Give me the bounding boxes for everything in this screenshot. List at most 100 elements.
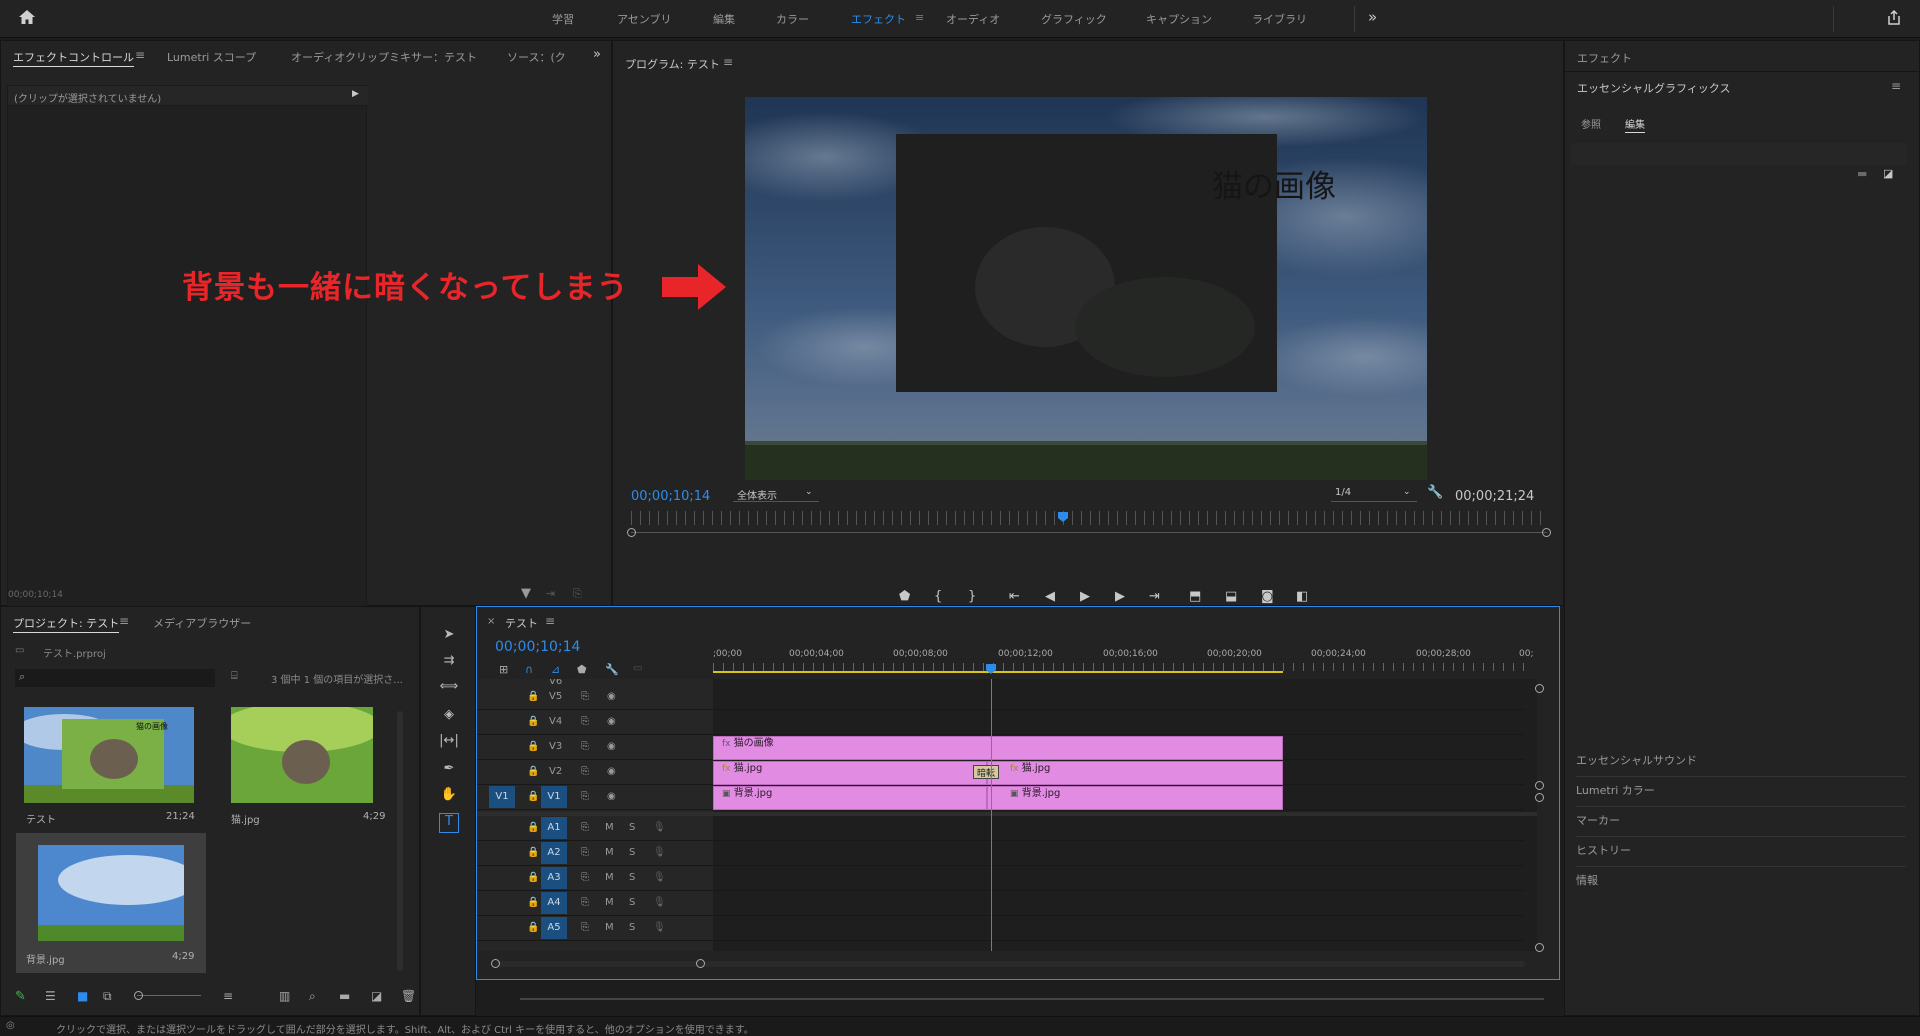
zoom-scrollbar[interactable] <box>631 532 1547 533</box>
timeline-timecode[interactable]: 00;00;10;14 <box>495 639 580 655</box>
tab-effect-controls[interactable]: エフェクトコントロール <box>13 49 134 67</box>
folder-icon[interactable]: ▬ <box>1857 167 1867 180</box>
monitor-time-ruler[interactable] <box>631 511 1547 525</box>
workspace-editing[interactable]: 編集 <box>713 11 735 27</box>
lock-icon[interactable]: 🔒 <box>527 716 539 727</box>
step-back-icon[interactable]: ◀ <box>1045 589 1055 604</box>
panel-markers[interactable]: マーカー <box>1576 812 1906 837</box>
freeform-view-icon[interactable]: ⧉ <box>103 989 112 1004</box>
source-patch-v1[interactable]: V1 <box>489 786 515 808</box>
zoom-slider-handle[interactable] <box>134 991 143 1000</box>
scroll-handle[interactable] <box>1535 793 1544 802</box>
new-item-icon[interactable]: ◪ <box>371 989 382 1003</box>
tab-lumetri-scopes[interactable]: Lumetri スコープ <box>167 49 256 65</box>
sync-lock-icon[interactable]: ⎘ <box>581 766 589 777</box>
panel-essential-sound[interactable]: エッセンシャルサウンド <box>1576 752 1906 777</box>
project-item[interactable]: 猫の画像 テスト 21;24 <box>16 697 206 827</box>
filter-icon[interactable]: ▼ <box>521 586 531 601</box>
mark-out-icon[interactable]: } <box>968 589 976 604</box>
clip-background-jpg-2[interactable]: ▣ 背景.jpg <box>987 786 1283 810</box>
tab-browse[interactable]: 参照 <box>1581 116 1601 131</box>
go-to-out-icon[interactable]: ⇥ <box>1149 589 1160 604</box>
eye-icon[interactable]: ◉ <box>607 716 616 727</box>
scroll-handle[interactable] <box>1535 684 1544 693</box>
tab-source[interactable]: ソース：(ク <box>507 49 566 65</box>
workspace-captions[interactable]: キャプション <box>1146 11 1212 27</box>
effects-panel-title[interactable]: エフェクト <box>1577 50 1632 66</box>
eye-icon[interactable]: ◉ <box>607 741 616 752</box>
wrench-icon[interactable]: 🔧 <box>1427 485 1443 500</box>
pencil-icon[interactable]: ✎ <box>15 989 26 1004</box>
search-input[interactable]: ⌕ <box>15 669 215 687</box>
work-area-bar[interactable] <box>713 671 1283 673</box>
workspace-menu-icon[interactable]: ≡ <box>915 11 924 24</box>
pen-tool-icon[interactable]: ✒ <box>439 761 459 781</box>
scroll-handle[interactable] <box>1535 781 1544 790</box>
zoom-slider[interactable] <box>137 995 201 996</box>
scroll-handle-left[interactable] <box>627 528 636 537</box>
track-target-a4[interactable]: A4 <box>541 892 567 914</box>
transition-dip-to-black[interactable]: 暗転 <box>973 765 1000 779</box>
project-item-selected[interactable]: 背景.jpg 4;29 <box>16 833 206 973</box>
workspace-libraries[interactable]: ライブラリ <box>1252 11 1307 27</box>
lock-icon[interactable]: 🔒 <box>527 922 539 933</box>
sync-lock-icon[interactable]: ⎘ <box>581 716 589 727</box>
workspace-audio[interactable]: オーディオ <box>946 11 1000 27</box>
mute-button[interactable]: M <box>605 822 614 833</box>
microphone-icon[interactable]: 🎙 <box>653 822 666 833</box>
sync-lock-icon[interactable]: ⎘ <box>581 922 589 933</box>
solo-button[interactable]: S <box>629 897 635 908</box>
scroll-handle[interactable] <box>1535 943 1544 952</box>
wrench-icon[interactable]: 🔧 <box>605 663 619 676</box>
add-marker-icon[interactable]: ⬟ <box>899 589 910 604</box>
resolution-select[interactable]: 1/4 ⌄ <box>1331 484 1417 502</box>
panel-menu-icon[interactable]: ≡ <box>545 614 555 628</box>
snap-icon[interactable]: ∩ <box>525 663 533 676</box>
solo-button[interactable]: S <box>629 922 635 933</box>
microphone-icon[interactable]: 🎙 <box>653 922 666 933</box>
lift-icon[interactable]: ⬒ <box>1189 589 1201 604</box>
lock-icon[interactable]: 🔒 <box>527 791 539 802</box>
track-target-a1[interactable]: A1 <box>541 817 567 839</box>
panel-info[interactable]: 情報 <box>1576 872 1906 896</box>
trash-icon[interactable]: 🗑 <box>401 989 416 1003</box>
sync-lock-icon[interactable]: ⎘ <box>581 872 589 883</box>
tab-edit[interactable]: 編集 <box>1625 116 1645 133</box>
find-icon[interactable]: ⌸ <box>231 669 238 683</box>
sync-lock-icon[interactable]: ⎘ <box>581 897 589 908</box>
track-select-tool-icon[interactable]: ⇉ <box>439 653 459 673</box>
more-panels-icon[interactable]: » <box>593 47 601 62</box>
zoom-select[interactable]: 全体表示 ⌄ <box>733 484 819 502</box>
sync-lock-icon[interactable]: ⎘ <box>581 847 589 858</box>
video-preview[interactable]: 猫の画像 <box>745 97 1427 480</box>
play-icon[interactable]: ▶ <box>1080 589 1090 604</box>
project-scrollbar[interactable] <box>397 711 403 971</box>
sync-lock-icon[interactable]: ⎘ <box>581 791 589 802</box>
microphone-icon[interactable]: 🎙 <box>653 872 666 883</box>
mark-in-icon[interactable]: { <box>934 589 942 604</box>
solo-button[interactable]: S <box>629 847 635 858</box>
linked-selection-icon[interactable]: ⊿ <box>551 663 560 676</box>
eye-icon[interactable]: ◉ <box>607 766 616 777</box>
panel-menu-icon[interactable]: ≡ <box>135 48 145 62</box>
list-view-icon[interactable]: ☰ <box>45 989 56 1003</box>
track-target-a5[interactable]: A5 <box>541 917 567 939</box>
tab-media-browser[interactable]: メディアブラウザー <box>153 615 251 631</box>
track-target-v1[interactable]: V1 <box>541 786 567 808</box>
mute-button[interactable]: M <box>605 847 614 858</box>
track-target-a2[interactable]: A2 <box>541 842 567 864</box>
camera-icon[interactable]: ◙ <box>1261 589 1274 604</box>
lock-icon[interactable]: 🔒 <box>527 741 539 752</box>
clip-cat-jpg-2[interactable]: fx 猫.jpg <box>987 761 1283 785</box>
ripple-edit-tool-icon[interactable]: ⟺ <box>439 679 459 699</box>
mute-button[interactable]: M <box>605 872 614 883</box>
project-item[interactable]: 猫.jpg 4;29 <box>221 697 411 827</box>
lock-icon[interactable]: 🔒 <box>527 691 539 702</box>
type-tool-icon[interactable]: T <box>439 813 459 833</box>
panel-menu-icon[interactable]: ≡ <box>119 614 129 628</box>
workspace-assembly[interactable]: アセンブリ <box>617 11 671 27</box>
tab-audio-clip-mixer[interactable]: オーディオクリップミキサー：テスト <box>291 49 477 65</box>
mute-button[interactable]: M <box>605 897 614 908</box>
sequence-tab[interactable]: テスト <box>505 615 538 631</box>
find-icon[interactable]: ⌕ <box>309 989 316 1004</box>
